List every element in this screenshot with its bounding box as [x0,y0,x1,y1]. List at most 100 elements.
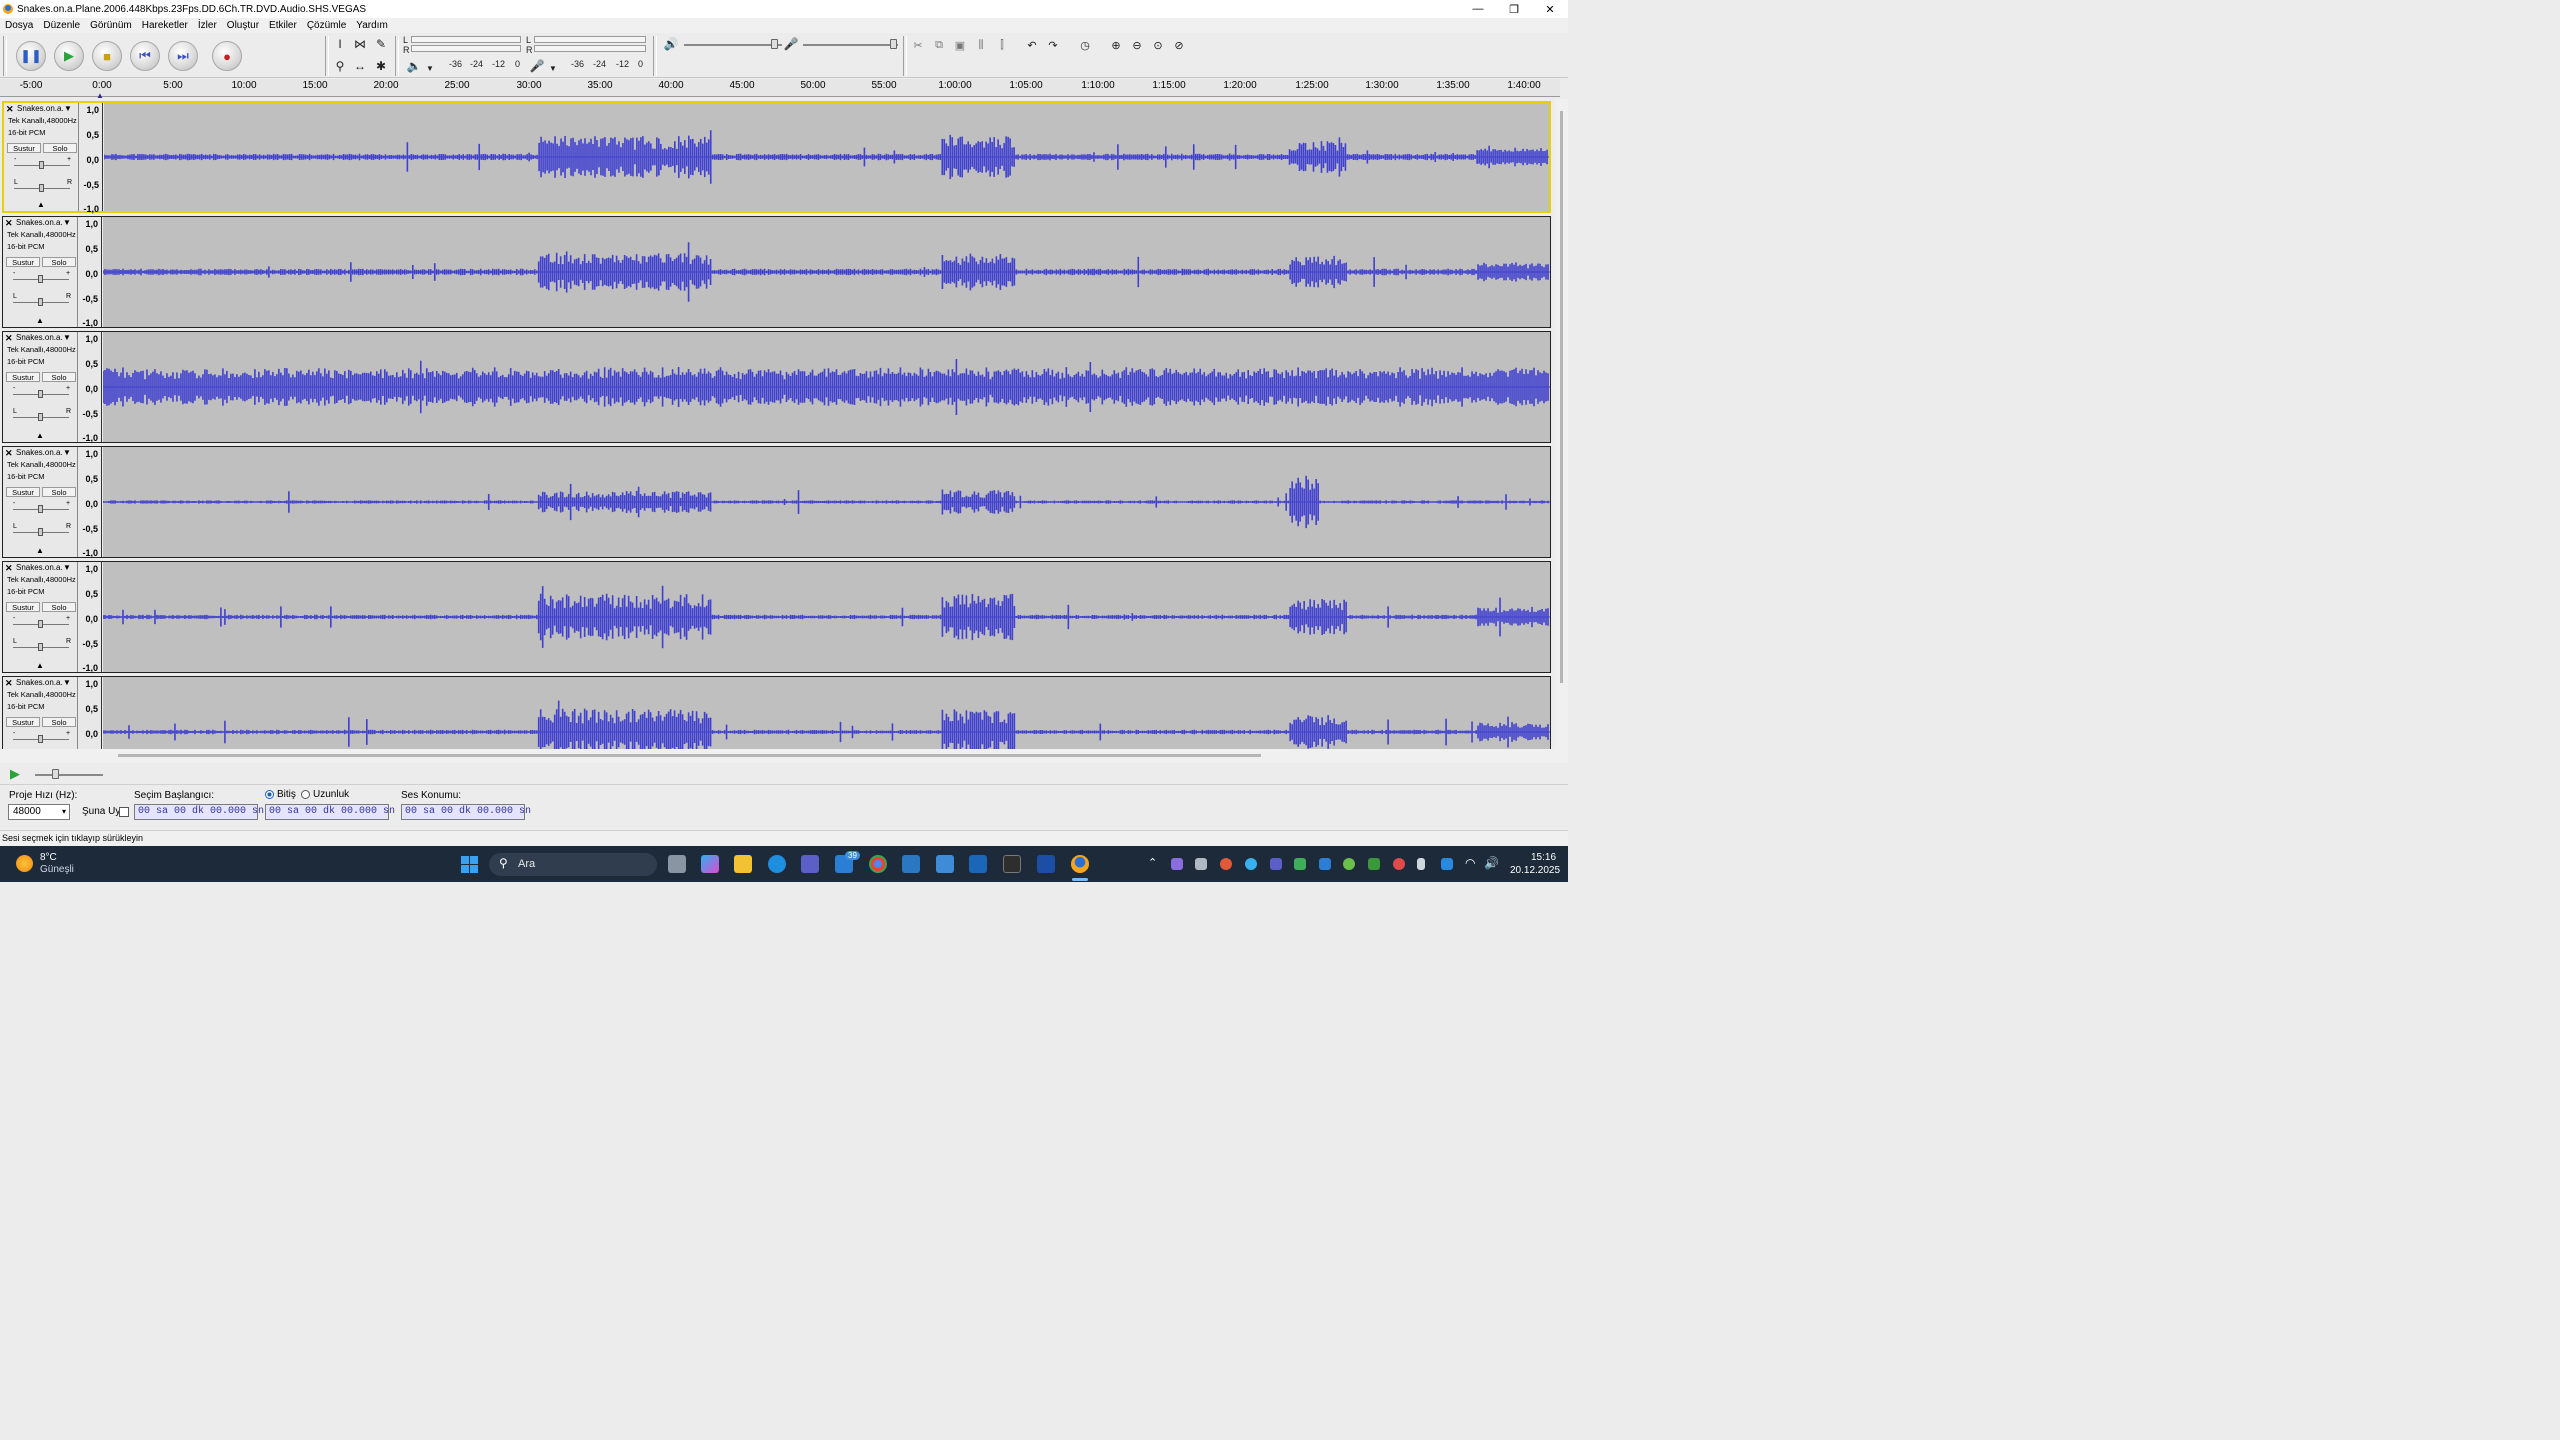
chevron-down-icon[interactable]: ▼ [63,448,71,457]
clock-time[interactable]: 15:16 [1531,852,1556,863]
tray-icon[interactable] [1441,858,1453,870]
speaker-volume-icon[interactable]: 🔊 [1484,856,1499,870]
track-name[interactable]: Snakes.on.a. [17,104,67,113]
chevron-down-icon[interactable]: ▼ [64,104,72,113]
copilot-icon[interactable] [701,855,719,873]
close-track-icon[interactable]: ✕ [5,218,15,229]
solo-button[interactable]: Solo [42,487,76,497]
selection-tool[interactable]: I [331,35,349,53]
pan-slider-knob[interactable] [38,298,43,306]
pan-slider-knob[interactable] [38,643,43,651]
tray-icon[interactable] [1343,858,1355,870]
multi-tool[interactable]: ✱ [372,57,390,75]
playback-meter-menu[interactable]: ▼ [421,59,439,77]
file-explorer-icon[interactable] [734,855,752,873]
close-track-icon[interactable]: ✕ [6,104,16,115]
audio-track[interactable]: ✕ Snakes.on.a. ▼ Tek Kanallı,48000Hz 16-bit … [2,331,1551,443]
selection-end-field[interactable]: 00 sa 00 dk 00.000 sn [265,804,395,820]
close-window-button[interactable]: ✕ [1532,0,1568,18]
search-box[interactable]: ⚲ Ara [489,853,657,876]
paste-button[interactable]: ▣ [951,36,969,54]
meter-grip[interactable] [395,36,399,76]
record-meter-right[interactable] [534,45,646,52]
horizontal-scroll-thumb[interactable] [118,754,1261,757]
close-track-icon[interactable]: ✕ [5,563,15,574]
clock-date[interactable]: 20.12.2025 [1510,865,1560,876]
sun-icon[interactable] [16,855,33,872]
track-control-panel[interactable]: ✕ Snakes.on.a. ▼ Tek Kanallı,48000Hz 16-bit … [3,677,78,749]
audio-track[interactable]: ✕ Snakes.on.a. ▼ Tek Kanallı,48000Hz 16-bit … [2,216,1551,328]
edit-grip[interactable] [903,36,907,76]
mute-button[interactable]: Sustur [6,257,40,267]
tray-icon[interactable] [1245,858,1257,870]
app-icon[interactable] [936,855,954,873]
zoom-out-button[interactable]: ⊖ [1128,36,1146,54]
terminal-icon[interactable] [1003,855,1021,873]
solo-button[interactable]: Solo [42,372,76,382]
chrome-icon[interactable] [869,855,887,873]
fit-project-button[interactable]: ⊘ [1170,36,1188,54]
tray-icon[interactable] [1319,858,1331,870]
collapse-track-icon[interactable]: ▲ [37,200,45,209]
project-rate-select[interactable]: 48000 ▾ [8,804,70,820]
record-meter-left[interactable] [534,36,646,43]
menu-help[interactable]: Yardım [351,18,393,33]
waveform[interactable] [104,103,1549,211]
tools-grip[interactable] [325,36,329,76]
pan-slider-knob[interactable] [38,528,43,536]
fit-selection-button[interactable]: ⊙ [1149,36,1167,54]
battery-icon[interactable] [1417,858,1425,870]
tray-icon[interactable] [1195,858,1207,870]
copy-button[interactable]: ⧉ [930,36,948,54]
collapse-track-icon[interactable]: ▲ [36,546,44,555]
tray-icon[interactable] [1220,858,1232,870]
sync-lock-button[interactable]: ◷ [1076,36,1094,54]
waveform[interactable] [103,562,1550,672]
gain-slider-knob[interactable] [38,390,43,398]
playback-volume-slider[interactable] [684,44,782,46]
edge-icon[interactable] [768,855,786,873]
menu-edit[interactable]: Düzenle [38,18,85,33]
waveform[interactable] [103,447,1550,557]
vertical-scale[interactable]: 1,00,50,0-0,5-1,0 [78,677,102,749]
chevron-down-icon[interactable]: ▼ [63,333,71,342]
pause-button[interactable]: ❚❚ [16,41,46,71]
maximize-button[interactable]: ❐ [1496,0,1532,18]
trim-button[interactable]: ⫼ [972,36,990,54]
silence-button[interactable]: ⫿ [993,36,1011,54]
wifi-icon[interactable]: ◠ [1465,856,1475,870]
length-radio[interactable] [301,790,310,799]
collapse-track-icon[interactable]: ▲ [36,431,44,440]
vertical-scale[interactable]: 1,00,50,0-0,5-1,0 [78,447,102,558]
menu-file[interactable]: Dosya [0,18,38,33]
track-name[interactable]: Snakes.on.a. [16,448,66,457]
weather-condition[interactable]: Güneşli [40,864,74,875]
solo-button[interactable]: Solo [42,257,76,267]
menu-analyze[interactable]: Çözümle [302,18,351,33]
solo-button[interactable]: Solo [42,717,76,727]
waveform[interactable] [103,677,1550,749]
gain-slider-knob[interactable] [38,735,43,743]
zoom-tool[interactable]: ⚲ [331,57,349,75]
audio-track[interactable]: ✕ Snakes.on.a. ▼ Tek Kanallı,48000Hz 16-bit … [2,676,1551,749]
timeshift-tool[interactable]: ↔ [351,57,369,75]
redo-button[interactable]: ↷ [1044,36,1062,54]
mute-button[interactable]: Sustur [6,602,40,612]
menu-generate[interactable]: Oluştur [222,18,264,33]
waveform[interactable] [103,332,1550,442]
menu-transport[interactable]: Hareketler [137,18,193,33]
record-button[interactable]: ● [212,41,242,71]
play-at-speed-button[interactable]: ▶ [10,766,28,782]
play-button[interactable]: ▶ [54,41,84,71]
audio-track[interactable]: ✕ Snakes.on.a. ▼ Tek Kanallı,48000Hz 16-bit … [2,101,1551,214]
audio-track[interactable]: ✕ Snakes.on.a. ▼ Tek Kanallı,48000Hz 16-bit … [2,561,1551,673]
close-track-icon[interactable]: ✕ [5,448,15,459]
track-control-panel[interactable]: ✕ Snakes.on.a. ▼ Tek Kanallı,48000Hz 16-bit … [4,103,79,211]
gain-slider-knob[interactable] [38,505,43,513]
record-volume-slider[interactable] [803,44,898,46]
snap-to-checkbox[interactable] [119,807,129,817]
draw-tool[interactable]: ✎ [372,35,390,53]
gain-slider-knob[interactable] [38,275,43,283]
tray-icon[interactable] [1294,858,1306,870]
playback-volume-knob[interactable] [771,39,778,49]
